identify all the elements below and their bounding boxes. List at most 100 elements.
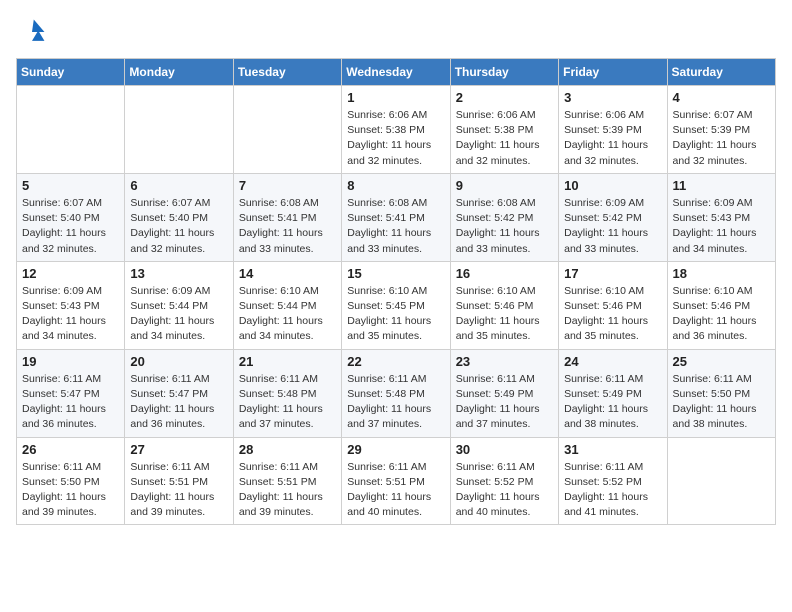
calendar-cell: 28 Sunrise: 6:11 AMSunset: 5:51 PMDayligh…: [233, 437, 341, 525]
day-number: 23: [456, 354, 553, 369]
calendar-cell: 18 Sunrise: 6:10 AMSunset: 5:46 PMDayligh…: [667, 261, 775, 349]
calendar-cell: 9 Sunrise: 6:08 AMSunset: 5:42 PMDaylight…: [450, 173, 558, 261]
day-info: Sunrise: 6:06 AMSunset: 5:38 PMDaylight:…: [456, 108, 553, 169]
day-number: 10: [564, 178, 661, 193]
calendar-cell: 13 Sunrise: 6:09 AMSunset: 5:44 PMDayligh…: [125, 261, 233, 349]
weekday-header-row: SundayMondayTuesdayWednesdayThursdayFrid…: [17, 59, 776, 86]
day-number: 30: [456, 442, 553, 457]
logo: [16, 16, 52, 48]
day-number: 21: [239, 354, 336, 369]
calendar-cell: [125, 86, 233, 174]
calendar-week-3: 12Sunrise: 6:09 AMSunset: 5:43 PMDayligh…: [17, 261, 776, 349]
calendar-cell: [667, 437, 775, 525]
day-number: 9: [456, 178, 553, 193]
day-info: Sunrise: 6:06 AMSunset: 5:39 PMDaylight:…: [564, 108, 661, 169]
day-info: Sunrise: 6:08 AMSunset: 5:41 PMDaylight:…: [347, 196, 444, 257]
day-number: 13: [130, 266, 227, 281]
calendar-cell: 2 Sunrise: 6:06 AMSunset: 5:38 PMDaylight…: [450, 86, 558, 174]
calendar-table: SundayMondayTuesdayWednesdayThursdayFrid…: [16, 58, 776, 525]
day-number: 18: [673, 266, 770, 281]
day-info: Sunrise: 6:09 AMSunset: 5:43 PMDaylight:…: [673, 196, 770, 257]
day-number: 17: [564, 266, 661, 281]
day-number: 20: [130, 354, 227, 369]
weekday-header-saturday: Saturday: [667, 59, 775, 86]
day-info: Sunrise: 6:08 AMSunset: 5:41 PMDaylight:…: [239, 196, 336, 257]
day-info: Sunrise: 6:10 AMSunset: 5:46 PMDaylight:…: [673, 284, 770, 345]
weekday-header-sunday: Sunday: [17, 59, 125, 86]
day-number: 24: [564, 354, 661, 369]
day-info: Sunrise: 6:09 AMSunset: 5:42 PMDaylight:…: [564, 196, 661, 257]
calendar-cell: 27 Sunrise: 6:11 AMSunset: 5:51 PMDayligh…: [125, 437, 233, 525]
calendar-cell: 19 Sunrise: 6:11 AMSunset: 5:47 PMDayligh…: [17, 349, 125, 437]
day-number: 3: [564, 90, 661, 105]
day-info: Sunrise: 6:09 AMSunset: 5:44 PMDaylight:…: [130, 284, 227, 345]
calendar-cell: 7 Sunrise: 6:08 AMSunset: 5:41 PMDaylight…: [233, 173, 341, 261]
calendar-cell: 25Sunrise: 6:11 AMSunset: 5:50 PMDayligh…: [667, 349, 775, 437]
calendar-cell: 15 Sunrise: 6:10 AMSunset: 5:45 PMDayligh…: [342, 261, 450, 349]
calendar-cell: 17 Sunrise: 6:10 AMSunset: 5:46 PMDayligh…: [559, 261, 667, 349]
day-number: 27: [130, 442, 227, 457]
day-number: 28: [239, 442, 336, 457]
day-info: Sunrise: 6:11 AMSunset: 5:50 PMDaylight:…: [22, 460, 119, 521]
day-info: Sunrise: 6:11 AMSunset: 5:47 PMDaylight:…: [130, 372, 227, 433]
calendar-cell: 3 Sunrise: 6:06 AMSunset: 5:39 PMDaylight…: [559, 86, 667, 174]
day-info: Sunrise: 6:07 AMSunset: 5:39 PMDaylight:…: [673, 108, 770, 169]
day-info: Sunrise: 6:11 AMSunset: 5:48 PMDaylight:…: [347, 372, 444, 433]
calendar-cell: 26 Sunrise: 6:11 AMSunset: 5:50 PMDayligh…: [17, 437, 125, 525]
calendar-cell: 29 Sunrise: 6:11 AMSunset: 5:51 PMDayligh…: [342, 437, 450, 525]
day-number: 8: [347, 178, 444, 193]
day-number: 19: [22, 354, 119, 369]
day-info: Sunrise: 6:11 AMSunset: 5:51 PMDaylight:…: [130, 460, 227, 521]
day-number: 1: [347, 90, 444, 105]
day-number: 2: [456, 90, 553, 105]
calendar-week-4: 19 Sunrise: 6:11 AMSunset: 5:47 PMDayligh…: [17, 349, 776, 437]
day-number: 6: [130, 178, 227, 193]
calendar-cell: 31 Sunrise: 6:11 AMSunset: 5:52 PMDayligh…: [559, 437, 667, 525]
day-info: Sunrise: 6:11 AMSunset: 5:52 PMDaylight:…: [564, 460, 661, 521]
calendar-cell: [17, 86, 125, 174]
day-info: Sunrise: 6:11 AMSunset: 5:48 PMDaylight:…: [239, 372, 336, 433]
day-info: Sunrise: 6:11 AMSunset: 5:49 PMDaylight:…: [564, 372, 661, 433]
day-info: Sunrise: 6:10 AMSunset: 5:46 PMDaylight:…: [456, 284, 553, 345]
day-number: 11: [673, 178, 770, 193]
day-number: 22: [347, 354, 444, 369]
day-info: Sunrise: 6:10 AMSunset: 5:45 PMDaylight:…: [347, 284, 444, 345]
day-info: Sunrise: 6:09 AMSunset: 5:43 PMDaylight:…: [22, 284, 119, 345]
day-number: 26: [22, 442, 119, 457]
calendar-cell: 10 Sunrise: 6:09 AMSunset: 5:42 PMDayligh…: [559, 173, 667, 261]
day-number: 7: [239, 178, 336, 193]
calendar-cell: 6Sunrise: 6:07 AMSunset: 5:40 PMDaylight…: [125, 173, 233, 261]
day-info: Sunrise: 6:11 AMSunset: 5:51 PMDaylight:…: [239, 460, 336, 521]
logo-icon: [16, 16, 48, 48]
day-number: 14: [239, 266, 336, 281]
calendar-cell: 4 Sunrise: 6:07 AMSunset: 5:39 PMDaylight…: [667, 86, 775, 174]
calendar-cell: 1 Sunrise: 6:06 AMSunset: 5:38 PMDaylight…: [342, 86, 450, 174]
day-info: Sunrise: 6:08 AMSunset: 5:42 PMDaylight:…: [456, 196, 553, 257]
day-info: Sunrise: 6:11 AMSunset: 5:49 PMDaylight:…: [456, 372, 553, 433]
weekday-header-wednesday: Wednesday: [342, 59, 450, 86]
day-info: Sunrise: 6:06 AMSunset: 5:38 PMDaylight:…: [347, 108, 444, 169]
day-number: 31: [564, 442, 661, 457]
calendar-week-5: 26 Sunrise: 6:11 AMSunset: 5:50 PMDayligh…: [17, 437, 776, 525]
day-number: 15: [347, 266, 444, 281]
day-info: Sunrise: 6:11 AMSunset: 5:50 PMDaylight:…: [673, 372, 770, 433]
calendar-cell: 20 Sunrise: 6:11 AMSunset: 5:47 PMDayligh…: [125, 349, 233, 437]
day-number: 5: [22, 178, 119, 193]
calendar-cell: 11 Sunrise: 6:09 AMSunset: 5:43 PMDayligh…: [667, 173, 775, 261]
day-info: Sunrise: 6:11 AMSunset: 5:47 PMDaylight:…: [22, 372, 119, 433]
calendar-cell: 24 Sunrise: 6:11 AMSunset: 5:49 PMDayligh…: [559, 349, 667, 437]
calendar-cell: 12Sunrise: 6:09 AMSunset: 5:43 PMDayligh…: [17, 261, 125, 349]
page-header: [16, 16, 776, 48]
weekday-header-tuesday: Tuesday: [233, 59, 341, 86]
day-number: 16: [456, 266, 553, 281]
weekday-header-thursday: Thursday: [450, 59, 558, 86]
calendar-cell: [233, 86, 341, 174]
day-info: Sunrise: 6:11 AMSunset: 5:52 PMDaylight:…: [456, 460, 553, 521]
day-info: Sunrise: 6:11 AMSunset: 5:51 PMDaylight:…: [347, 460, 444, 521]
weekday-header-monday: Monday: [125, 59, 233, 86]
day-info: Sunrise: 6:10 AMSunset: 5:44 PMDaylight:…: [239, 284, 336, 345]
day-info: Sunrise: 6:10 AMSunset: 5:46 PMDaylight:…: [564, 284, 661, 345]
weekday-header-friday: Friday: [559, 59, 667, 86]
day-number: 4: [673, 90, 770, 105]
day-number: 29: [347, 442, 444, 457]
